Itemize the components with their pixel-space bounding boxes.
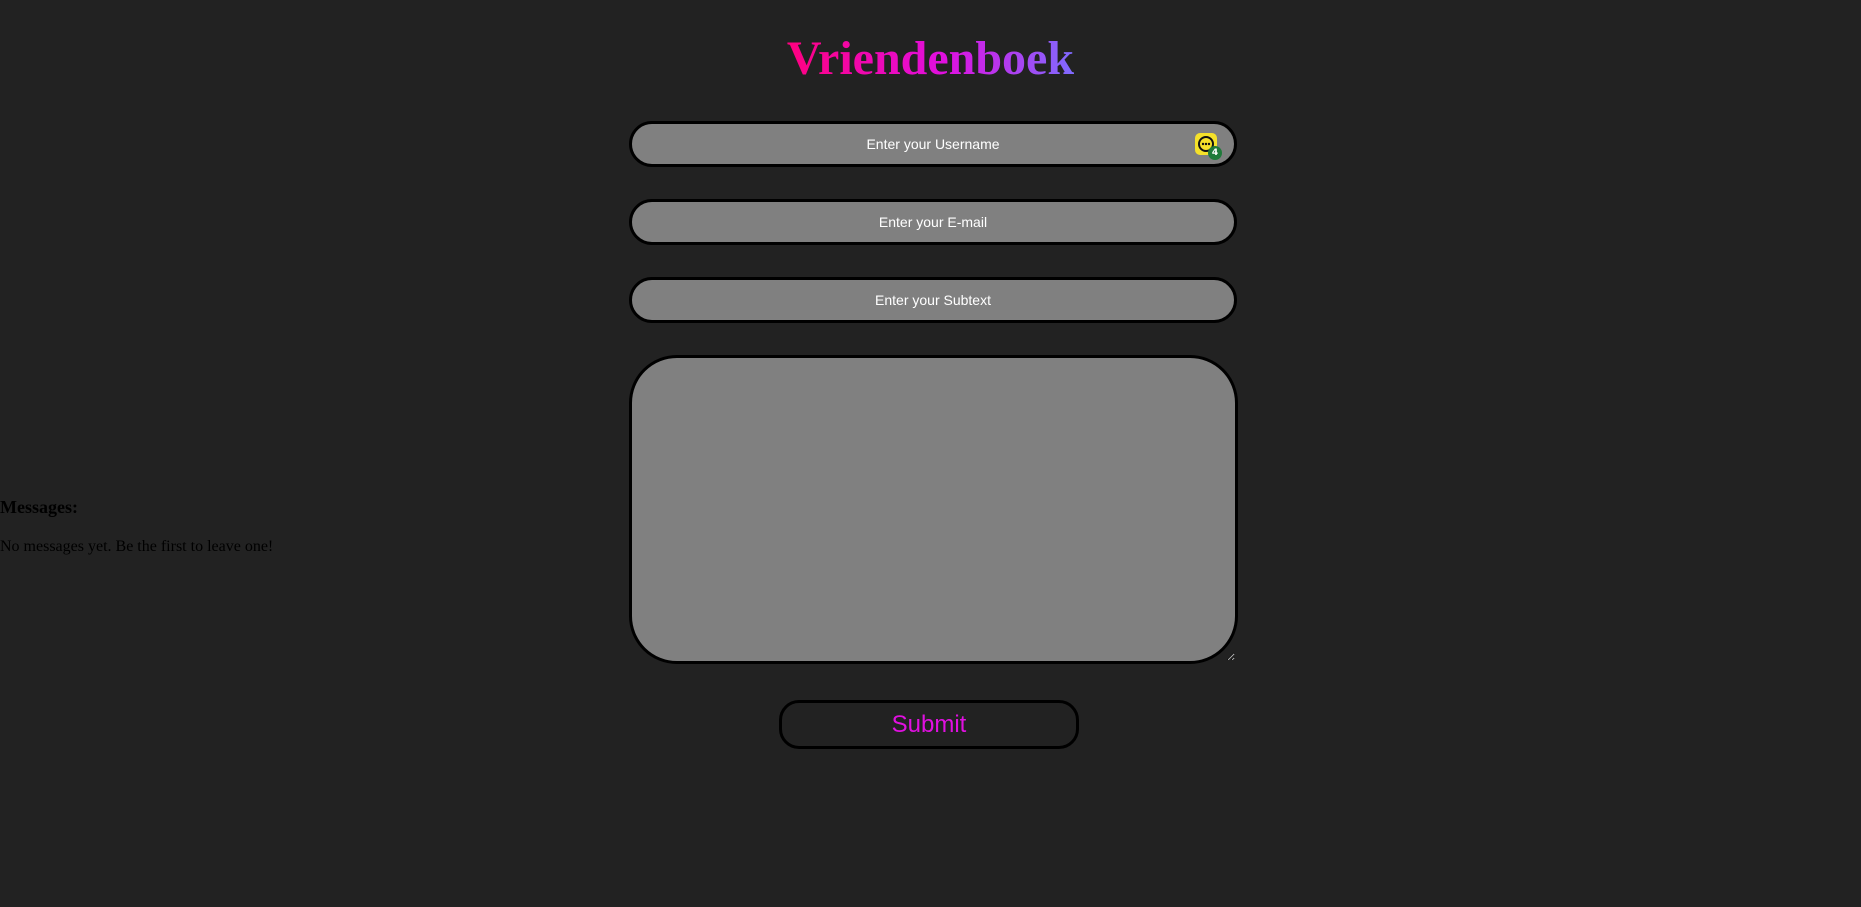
guestbook-page: Vriendenboek 4 Submit Messages: No messa…	[0, 0, 1861, 907]
username-input[interactable]	[629, 121, 1237, 167]
page-title-text: Vriendenboek	[786, 32, 1075, 85]
message-textarea[interactable]	[629, 355, 1238, 664]
messages-empty-text: No messages yet. Be the first to leave o…	[0, 538, 274, 555]
page-title: Vriendenboek	[0, 24, 1861, 94]
subtext-input[interactable]	[629, 277, 1237, 323]
extension-count-badge: 4	[1208, 146, 1222, 160]
messages-heading: Messages:	[0, 497, 78, 517]
email-input[interactable]	[629, 199, 1237, 245]
submit-button[interactable]: Submit	[779, 700, 1079, 749]
